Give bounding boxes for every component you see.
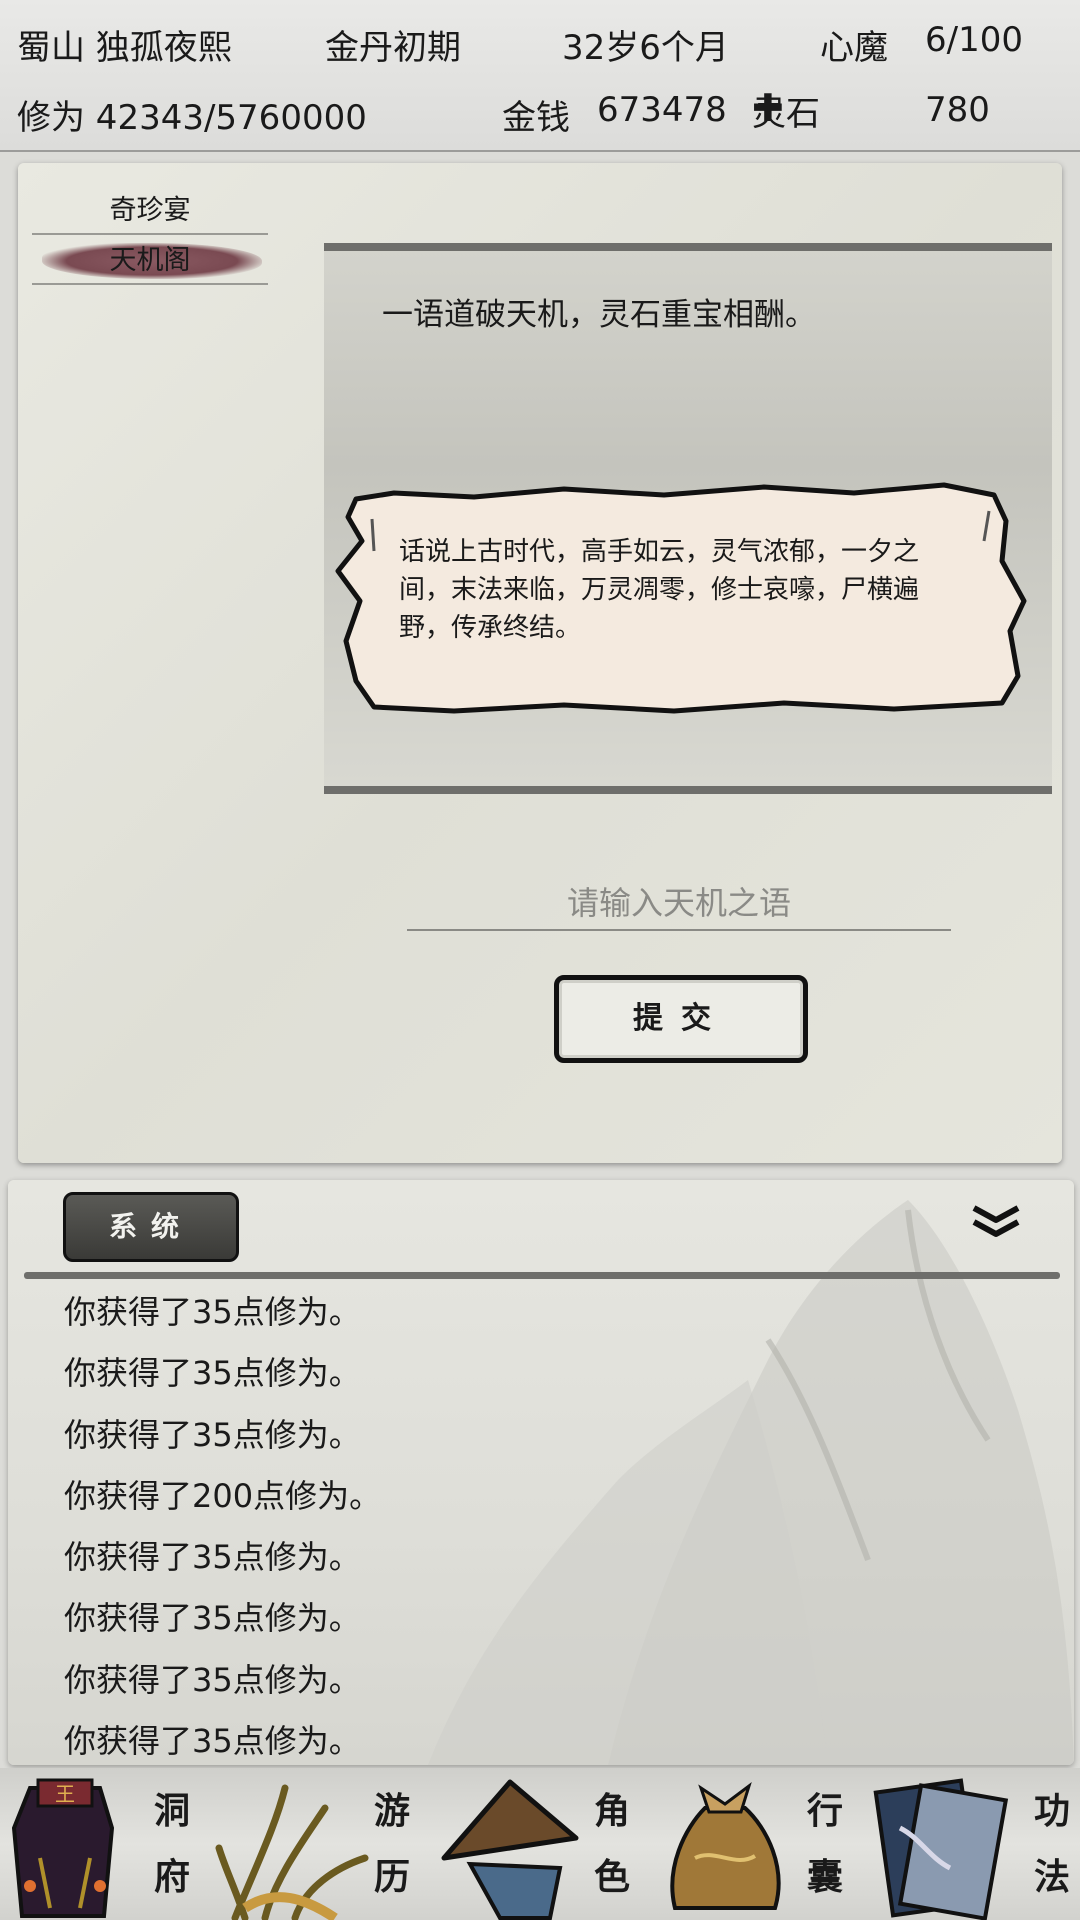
nav-gongfa-label-1: 功	[1033, 1790, 1070, 1832]
character-name: 蜀山 独孤夜熙	[17, 28, 232, 68]
nav-juese-label-1: 角	[593, 1790, 630, 1832]
nav-xingnang[interactable]: 行 囊	[655, 1768, 865, 1920]
scroll-book-icon	[873, 1778, 1009, 1920]
log-message: 你获得了35点修为。	[64, 1415, 361, 1454]
system-log-panel: 系统 你获得了35点修为。 你获得了35点修为。 你获得了35点修为。 你获得了…	[8, 1180, 1074, 1765]
nav-juese[interactable]: 角 色	[440, 1768, 650, 1920]
spirit-stone-label: 灵石	[752, 94, 820, 134]
log-message: 你获得了35点修为。	[64, 1660, 361, 1699]
double-chevron-down-icon[interactable]	[968, 1202, 1024, 1242]
nav-youli-label-2: 历	[373, 1856, 410, 1898]
age-label: 32岁6个月	[562, 28, 729, 68]
tianji-panel: 奇珍宴 天机阁 一语道破天机，灵石重宝相酬。 话说上古时代，高手如云，灵气浓郁，…	[18, 163, 1062, 1163]
riddle-text: 话说上古时代，高手如云，灵气浓郁，一夕之间，末法来临，万灵凋零，修士哀嚎，尸横遍…	[399, 537, 920, 643]
log-message: 你获得了35点修为。	[64, 1354, 361, 1393]
nav-dongfu[interactable]: 王 洞 府	[0, 1768, 210, 1920]
nav-youli[interactable]: 游 历	[215, 1768, 430, 1920]
riddle-box: 一语道破天机，灵石重宝相酬。 话说上古时代，高手如云，灵气浓郁，一夕之间，末法来…	[324, 243, 1052, 794]
robe-icon: 王	[11, 1778, 115, 1918]
nav-dongfu-label-1: 洞	[153, 1790, 190, 1832]
log-message-list: 你获得了35点修为。 你获得了35点修为。 你获得了35点修为。 你获得了200…	[64, 1282, 964, 1765]
log-divider	[24, 1272, 1060, 1279]
money-value: 673478	[597, 90, 727, 130]
straw-hat-icon	[441, 1779, 579, 1920]
spirit-stone-value: 780	[925, 90, 990, 130]
riddle-scroll: 话说上古时代，高手如云，灵气浓郁，一夕之间，末法来临，万灵凋零，修士哀嚎，尸横遍…	[334, 481, 1029, 716]
log-message: 你获得了200点修为。	[64, 1476, 382, 1515]
nav-gongfa[interactable]: 功 法	[870, 1768, 1080, 1920]
log-message: 你获得了35点修为。	[64, 1538, 361, 1577]
tab-tianji-label: 天机阁	[109, 245, 191, 276]
status-bar: 蜀山 独孤夜熙 金丹初期 32岁6个月 心魔 6/100 修为 42343/57…	[0, 0, 1080, 152]
riddle-headline: 一语道破天机，灵石重宝相酬。	[382, 297, 816, 333]
nav-juese-label-2: 色	[593, 1856, 630, 1898]
demon-value: 6/100	[925, 20, 1023, 60]
tab-qizhen-label: 奇珍宴	[109, 195, 191, 226]
money-label: 金钱	[502, 98, 570, 138]
answer-input[interactable]	[407, 877, 951, 931]
bottom-navigation: 王 洞 府 游 历 角 色 行 囊 功 法	[0, 1768, 1080, 1920]
grass-icon	[215, 1784, 369, 1920]
pouch-icon	[670, 1782, 781, 1910]
demon-label: 心魔	[820, 28, 888, 68]
tab-qizhen-feast[interactable]: 奇珍宴	[32, 189, 268, 235]
log-message: 你获得了35点修为。	[64, 1293, 361, 1331]
svg-text:王: 王	[55, 1782, 75, 1806]
cultivation-label: 修为 42343/5760000	[17, 98, 367, 138]
tab-tianji-pavilion[interactable]: 天机阁	[32, 239, 268, 285]
tab-system[interactable]: 系统	[63, 1192, 239, 1262]
realm-label: 金丹初期	[325, 28, 461, 68]
nav-gongfa-label-2: 法	[1033, 1856, 1070, 1898]
nav-dongfu-label-2: 府	[153, 1856, 190, 1898]
nav-youli-label-1: 游	[373, 1790, 410, 1832]
nav-xingnang-label-1: 行	[806, 1790, 843, 1832]
submit-button[interactable]: 提交	[554, 975, 808, 1063]
log-message: 你获得了35点修为。	[64, 1599, 361, 1638]
log-message: 你获得了35点修为。	[64, 1722, 361, 1761]
nav-xingnang-label-2: 囊	[806, 1856, 843, 1898]
